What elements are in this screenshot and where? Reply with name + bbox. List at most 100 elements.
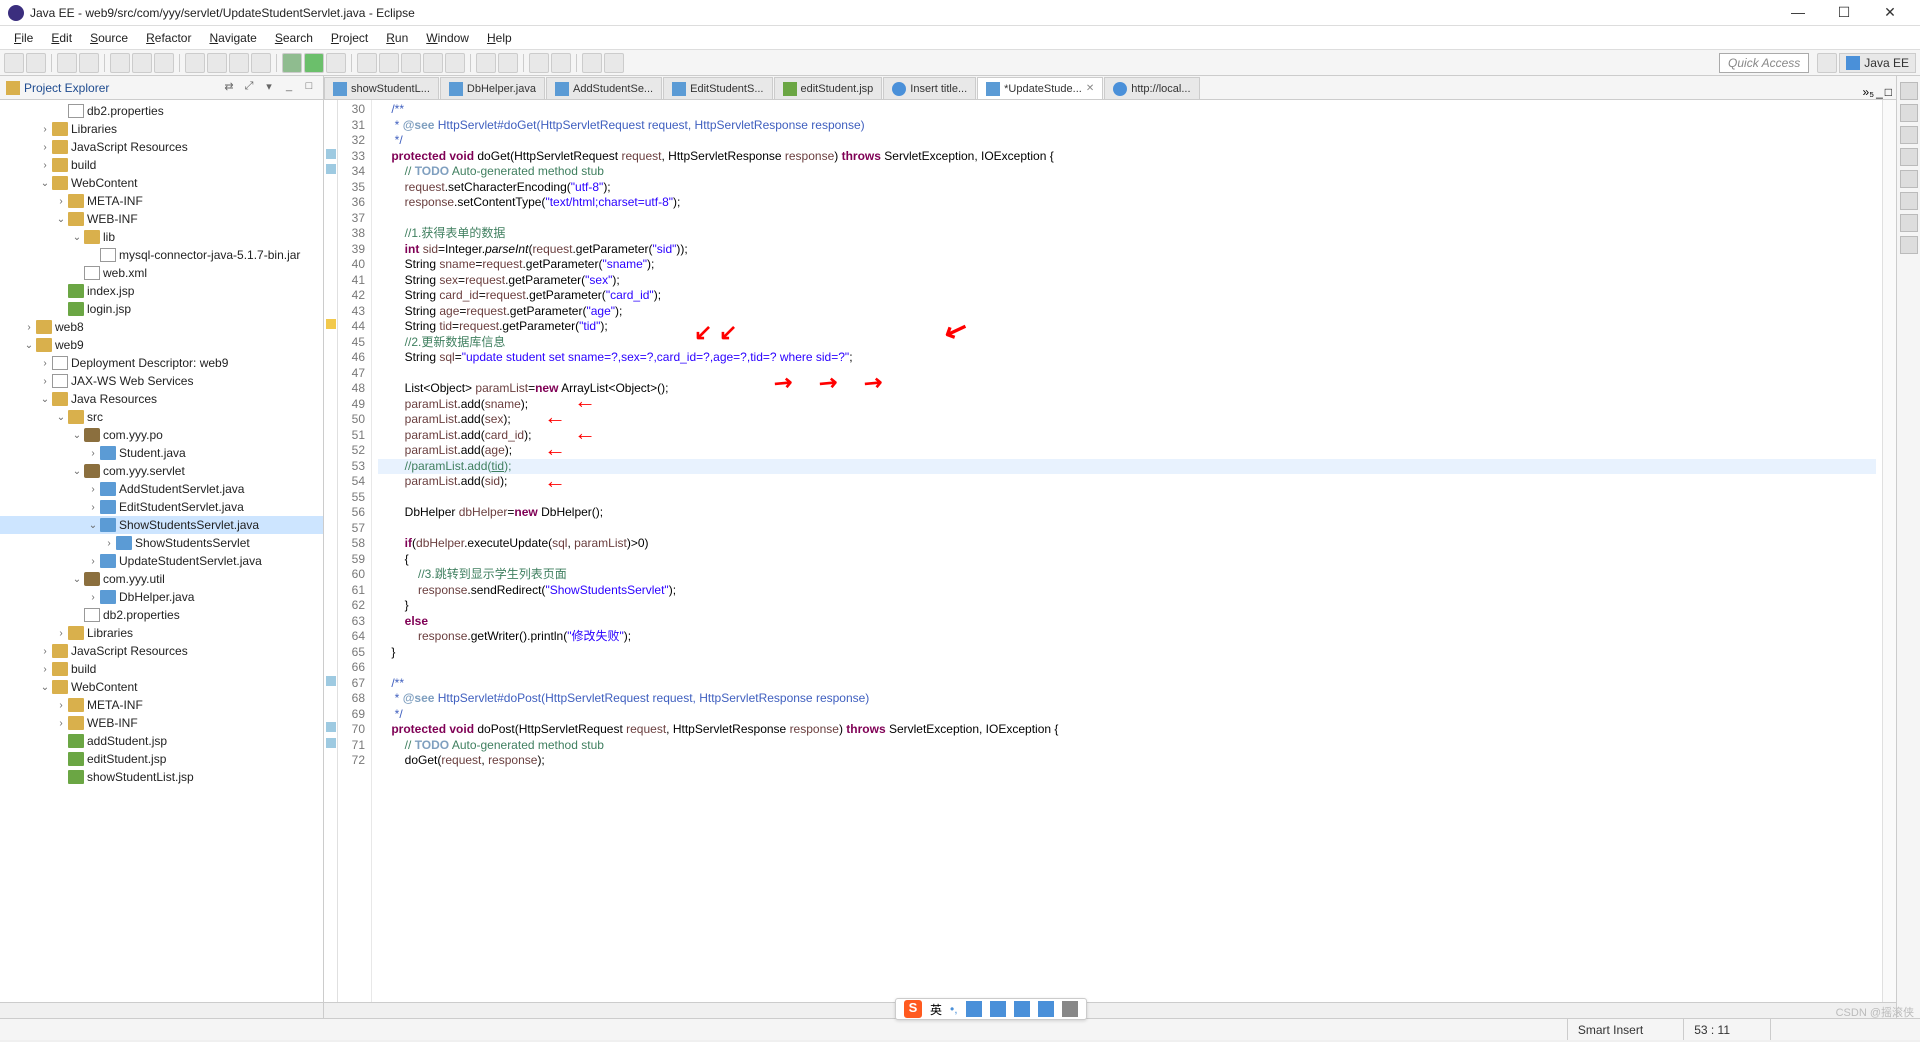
view-button[interactable] (1900, 192, 1918, 210)
editor-tab[interactable]: EditStudentS... (663, 77, 772, 99)
menu-project[interactable]: Project (323, 29, 376, 47)
maximize-button[interactable]: ☐ (1830, 4, 1858, 21)
minimize-button[interactable]: — (1784, 4, 1812, 21)
toolbar-button[interactable] (529, 53, 549, 73)
toolbar-button[interactable] (154, 53, 174, 73)
toolbar-button[interactable] (379, 53, 399, 73)
toolbar-button[interactable] (498, 53, 518, 73)
editor-tab[interactable]: AddStudentSe... (546, 77, 662, 99)
toolbar-button[interactable] (476, 53, 496, 73)
view-button[interactable] (1900, 236, 1918, 254)
perspective-javaee[interactable]: Java EE (1839, 53, 1916, 73)
maximize-view-button[interactable]: □ (301, 80, 317, 96)
toolbar-button[interactable] (229, 53, 249, 73)
overview-ruler[interactable] (1882, 100, 1896, 1002)
menu-help[interactable]: Help (479, 29, 520, 47)
tree-node[interactable]: ›EditStudentServlet.java (0, 498, 323, 516)
tree-node[interactable]: ›Libraries (0, 624, 323, 642)
horizontal-scrollbar[interactable] (0, 1002, 323, 1018)
view-button[interactable] (1900, 148, 1918, 166)
tree-node[interactable]: ›JavaScript Resources (0, 642, 323, 660)
run-button[interactable] (304, 53, 324, 73)
view-button[interactable] (1900, 214, 1918, 232)
ime-mic-icon[interactable] (966, 1001, 982, 1017)
editor-tab[interactable]: *UpdateStude...✕ (977, 77, 1103, 99)
ime-lang[interactable]: 英 (930, 1001, 942, 1018)
toolbar-button[interactable] (551, 53, 571, 73)
tree-node[interactable]: ›META-INF (0, 696, 323, 714)
tree-node[interactable]: ⌄Java Resources (0, 390, 323, 408)
save-button[interactable] (57, 53, 77, 73)
toolbar-button[interactable] (251, 53, 271, 73)
menu-navigate[interactable]: Navigate (201, 29, 264, 47)
tree-node[interactable]: addStudent.jsp (0, 732, 323, 750)
tree-node[interactable]: ⌄com.yyy.util (0, 570, 323, 588)
link-editor-button[interactable]: ⤢ (241, 80, 257, 96)
line-gutter[interactable]: 3031323334353637383940414243444546474849… (338, 100, 372, 1002)
menu-run[interactable]: Run (378, 29, 416, 47)
ime-punct-icon[interactable]: •, (950, 1002, 958, 1016)
tree-node[interactable]: ⌄lib (0, 228, 323, 246)
tree-node[interactable]: ›web8 (0, 318, 323, 336)
toolbar-button[interactable] (401, 53, 421, 73)
tree-node[interactable]: ›META-INF (0, 192, 323, 210)
toolbar-button[interactable] (423, 53, 443, 73)
tree-node[interactable]: ⌄com.yyy.servlet (0, 462, 323, 480)
toolbar-button[interactable] (357, 53, 377, 73)
marker-bar[interactable] (324, 100, 338, 1002)
tree-node[interactable]: db2.properties (0, 102, 323, 120)
ime-skin-icon[interactable] (1014, 1001, 1030, 1017)
tree-node[interactable]: ⌄WebContent (0, 678, 323, 696)
editor-scrollbar[interactable] (324, 1002, 1896, 1018)
back-button[interactable] (582, 53, 602, 73)
menu-refactor[interactable]: Refactor (138, 29, 199, 47)
tree-node[interactable]: ›Libraries (0, 120, 323, 138)
view-menu-button[interactable]: ▾ (261, 80, 277, 96)
run-server-button[interactable] (326, 53, 346, 73)
tree-node[interactable]: ›JavaScript Resources (0, 138, 323, 156)
ime-keyboard-icon[interactable] (990, 1001, 1006, 1017)
project-tree[interactable]: db2.properties›Libraries›JavaScript Reso… (0, 100, 323, 1002)
minimize-view-button[interactable]: _ (281, 80, 297, 96)
save-all-button[interactable] (79, 53, 99, 73)
tree-node[interactable]: ›UpdateStudentServlet.java (0, 552, 323, 570)
tree-node[interactable]: ›build (0, 156, 323, 174)
toolbar-button[interactable] (445, 53, 465, 73)
ime-toolbox-icon[interactable] (1038, 1001, 1054, 1017)
tree-node[interactable]: editStudent.jsp (0, 750, 323, 768)
toolbar-button[interactable] (4, 53, 24, 73)
forward-button[interactable] (604, 53, 624, 73)
toolbar-button[interactable] (132, 53, 152, 73)
editor-tab[interactable]: Insert title... (883, 77, 976, 99)
tree-node[interactable]: ›JAX-WS Web Services (0, 372, 323, 390)
tree-node[interactable]: index.jsp (0, 282, 323, 300)
perspective-open-button[interactable] (1817, 53, 1837, 73)
editor-tab[interactable]: DbHelper.java (440, 77, 545, 99)
view-button[interactable] (1900, 170, 1918, 188)
collapse-all-button[interactable]: ⇄ (221, 80, 237, 96)
ime-settings-icon[interactable] (1062, 1001, 1078, 1017)
tree-node[interactable]: ›ShowStudentsServlet (0, 534, 323, 552)
task-list-button[interactable] (1900, 104, 1918, 122)
tree-node[interactable]: ›Deployment Descriptor: web9 (0, 354, 323, 372)
toolbar-button[interactable] (110, 53, 130, 73)
tree-node[interactable]: ⌄web9 (0, 336, 323, 354)
debug-button[interactable] (282, 53, 302, 73)
toolbar-button[interactable] (185, 53, 205, 73)
close-tab-icon[interactable]: ✕ (1086, 83, 1094, 94)
quick-access-input[interactable]: Quick Access (1719, 53, 1809, 73)
editor-tab[interactable]: editStudent.jsp (774, 77, 883, 99)
tree-node[interactable]: ⌄com.yyy.po (0, 426, 323, 444)
tree-node[interactable]: ⌄ShowStudentsServlet.java (0, 516, 323, 534)
tree-node[interactable]: mysql-connector-java-5.1.7-bin.jar (0, 246, 323, 264)
tree-node[interactable]: login.jsp (0, 300, 323, 318)
tree-node[interactable]: ›build (0, 660, 323, 678)
toolbar-button[interactable] (26, 53, 46, 73)
tree-node[interactable]: ⌄WEB-INF (0, 210, 323, 228)
maximize-editor-button[interactable]: □ (1885, 85, 1892, 99)
menu-file[interactable]: File (6, 29, 41, 47)
toolbar-button[interactable] (207, 53, 227, 73)
minimize-editor-button[interactable]: _ (1876, 85, 1883, 99)
view-button[interactable] (1900, 126, 1918, 144)
tabs-overflow[interactable]: »₅ (1863, 85, 1875, 99)
